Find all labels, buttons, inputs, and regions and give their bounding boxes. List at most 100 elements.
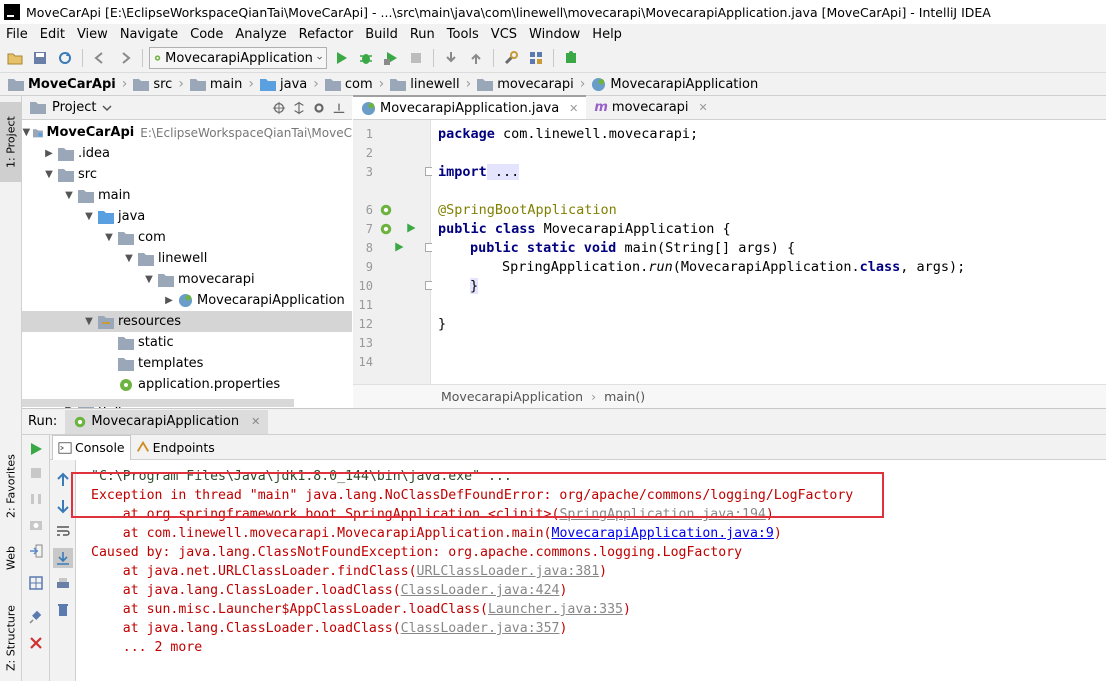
chevron-down-icon[interactable]: ▼ [122,253,136,264]
chevron-down-icon[interactable]: ▼ [82,211,96,222]
stack-link[interactable]: ClassLoader.java:357 [401,621,560,636]
pin-button[interactable] [26,607,46,627]
chevron-right-icon[interactable]: ▶ [162,295,176,306]
locate-icon[interactable] [272,101,286,115]
tree-item-movecarapi-application[interactable]: ▶ MovecarapiApplication [22,290,352,311]
menu-refactor[interactable]: Refactor [293,27,360,42]
tree-item-movecarapi-package[interactable]: ▼ movecarapi [22,269,352,290]
spring-bean-gutter-icon[interactable] [379,203,393,217]
vcs-update-button[interactable] [440,47,462,69]
scroll-down-button[interactable] [53,496,73,516]
sync-button[interactable] [54,47,76,69]
vcs-commit-button[interactable] [465,47,487,69]
chevron-down-icon[interactable]: ▼ [142,274,156,285]
tree-item-com[interactable]: ▼ com [22,227,352,248]
nav-crumb-class[interactable]: MovecarapiApplication [591,77,764,92]
tool-tab-project[interactable]: 1: Project [0,102,22,182]
tree-item-application-properties[interactable]: application.properties [22,374,352,395]
menu-window[interactable]: Window [523,27,586,42]
gear-icon[interactable] [312,101,326,115]
scroll-up-button[interactable] [53,470,73,490]
menu-navigate[interactable]: Navigate [114,27,184,42]
scroll-to-end-button[interactable] [53,548,73,568]
stack-link[interactable]: MovecarapiApplication.java:9 [552,526,774,541]
run-gutter-icon[interactable] [405,222,417,234]
nav-crumb-main[interactable]: main [189,77,248,92]
layout-button[interactable] [26,573,46,593]
tree-item-static[interactable]: static [22,332,352,353]
pause-button[interactable] [26,489,46,509]
stack-link[interactable]: Launcher.java:335 [488,602,623,617]
tree-item-resources[interactable]: ▼ resources [22,311,352,332]
debug-button[interactable] [355,47,377,69]
tab-console[interactable]: Console [52,434,131,460]
chevron-right-icon[interactable]: ▶ [42,148,56,159]
nav-crumb-com[interactable]: com [324,77,379,92]
menu-edit[interactable]: Edit [34,27,71,42]
menu-help[interactable]: Help [586,27,628,42]
nav-crumb-movecarapi[interactable]: movecarapi [477,77,580,92]
open-folder-button[interactable] [4,47,26,69]
run-gutter-icon[interactable] [393,241,405,253]
tree-item-src[interactable]: ▼ src [22,164,352,185]
nav-crumb-src[interactable]: src [133,77,178,92]
tree-item-java[interactable]: ▼ java [22,206,352,227]
chevron-down-icon[interactable]: ▼ [22,127,31,138]
close-run-button[interactable] [26,633,46,653]
chevron-down-icon[interactable]: ▼ [42,169,56,180]
stop-button[interactable] [405,47,427,69]
tool-tab-favorites[interactable]: 2: Favorites [0,441,22,531]
project-panel-title[interactable]: Project [52,100,96,115]
run-button[interactable] [330,47,352,69]
collapse-all-icon[interactable] [292,101,306,115]
menu-analyze[interactable]: Analyze [229,27,292,42]
tool-tab-web[interactable]: Web [0,536,22,581]
nav-crumb-java[interactable]: java [260,77,313,92]
close-icon[interactable]: ✕ [251,415,260,428]
settings-button[interactable] [500,47,522,69]
tree-item-movecarapi[interactable]: ▼ MoveCarApi E:\EclipseWorkspaceQianTai\… [22,122,352,143]
tree-item-main[interactable]: ▼ main [22,185,352,206]
run-configuration-dropdown[interactable]: MovecarapiApplication [149,47,327,69]
chevron-down-icon[interactable]: ▼ [62,190,76,201]
menu-file[interactable]: File [0,27,34,42]
print-button[interactable] [53,574,73,594]
menu-view[interactable]: View [71,27,114,42]
rerun-button[interactable] [26,439,46,459]
nav-crumb-project[interactable]: MoveCarApi [8,77,122,92]
horizontal-scrollbar[interactable] [22,399,294,407]
menu-run[interactable]: Run [404,27,441,42]
menu-code[interactable]: Code [184,27,229,42]
chevron-down-icon[interactable]: ▼ [82,316,96,327]
dump-threads-button[interactable] [26,515,46,535]
stop-run-button[interactable] [26,463,46,483]
chevron-down-icon[interactable] [102,103,113,113]
close-icon[interactable]: ✕ [699,101,708,114]
run-tab-movecarapi-application[interactable]: MovecarapiApplication ✕ [65,409,269,434]
tree-item-templates[interactable]: templates [22,353,352,374]
save-all-button[interactable] [29,47,51,69]
tree-item-linewell[interactable]: ▼ linewell [22,248,352,269]
tab-movecarapi-application-java[interactable]: MovecarapiApplication.java ✕ [353,95,587,119]
chevron-down-icon[interactable]: ▼ [102,232,116,243]
hide-panel-icon[interactable] [332,101,346,115]
menu-vcs[interactable]: VCS [485,27,523,42]
clear-all-button[interactable] [53,600,73,620]
forward-button[interactable] [114,47,136,69]
breadcrumb-method[interactable]: main() [604,389,645,404]
stack-link[interactable]: ClassLoader.java:424 [401,583,560,598]
menu-tools[interactable]: Tools [441,27,485,42]
project-structure-button[interactable] [525,47,547,69]
tree-item-idea[interactable]: ▶ .idea [22,143,352,164]
menu-build[interactable]: Build [359,27,404,42]
coverage-button[interactable] [380,47,402,69]
nav-crumb-linewell[interactable]: linewell [390,77,465,92]
tab-endpoints[interactable]: Endpoints [131,435,220,460]
back-button[interactable] [89,47,111,69]
stack-link[interactable]: URLClassLoader.java:381 [417,564,600,579]
sdk-button[interactable] [560,47,582,69]
breadcrumb-class[interactable]: MovecarapiApplication [441,389,583,404]
spring-bean-gutter-icon[interactable] [379,222,393,236]
close-icon[interactable]: ✕ [569,102,578,115]
tool-tab-structure[interactable]: Z: Structure [0,596,22,681]
